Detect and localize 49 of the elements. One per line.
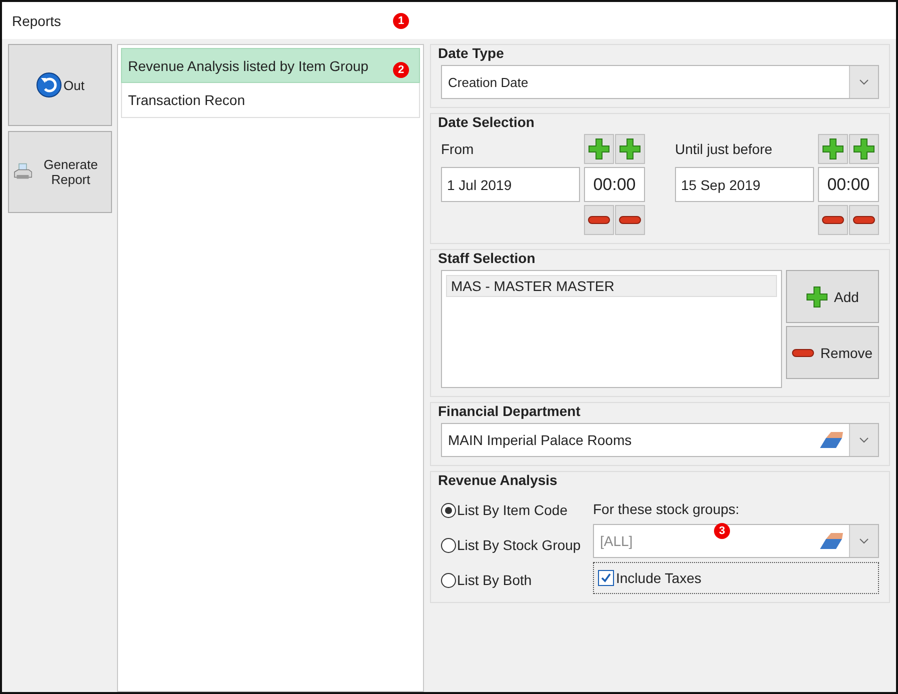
group-title: Revenue Analysis <box>438 472 558 488</box>
plus-icon <box>588 138 610 160</box>
field-label: From <box>441 141 474 157</box>
minus-icon <box>822 216 844 224</box>
increment-button[interactable] <box>615 134 645 164</box>
minus-icon <box>853 216 875 224</box>
field-label: For these stock groups: <box>593 500 740 519</box>
caret-icon <box>859 538 869 544</box>
increment-button[interactable] <box>849 134 879 164</box>
decrement-button[interactable] <box>584 205 614 235</box>
decrement-button[interactable] <box>818 205 848 235</box>
date-type-dropdown[interactable]: Creation Date <box>441 65 879 99</box>
group-title: Financial Department <box>438 403 582 419</box>
date-field[interactable]: 15 Sep 2019 <box>675 167 814 202</box>
report-list-item[interactable]: Transaction Recon <box>121 83 420 118</box>
radio-option[interactable]: List By Both <box>441 570 581 590</box>
time-field[interactable]: 00:00 <box>818 167 879 202</box>
decrement-button[interactable] <box>849 205 879 235</box>
group-title: Date Selection <box>438 114 536 130</box>
minus-icon <box>792 348 814 356</box>
include-taxes-checkbox[interactable]: Include Taxes <box>593 562 879 594</box>
plus-icon <box>619 138 641 160</box>
checkmark-icon <box>600 572 612 584</box>
radio-option[interactable]: List By Stock Group <box>441 535 581 555</box>
caret-icon <box>859 79 869 85</box>
radio-option[interactable]: List By Item Code <box>441 500 581 520</box>
generate-report-button[interactable]: Generate Report <box>8 131 112 213</box>
time-field[interactable]: 00:00 <box>584 167 645 202</box>
increment-button[interactable] <box>584 134 614 164</box>
add-button[interactable]: Add <box>786 270 879 323</box>
date-field[interactable]: 1 Jul 2019 <box>441 167 580 202</box>
decrement-button[interactable] <box>615 205 645 235</box>
window-title: Reports <box>12 12 62 28</box>
plus-icon <box>822 138 844 160</box>
remove-button[interactable]: Remove <box>786 326 879 379</box>
department-dropdown[interactable]: MAIN Imperial Palace Rooms <box>441 423 879 457</box>
caret-icon <box>859 437 869 443</box>
plus-icon <box>806 286 828 308</box>
group-title: Date Type <box>438 45 505 61</box>
plus-icon <box>853 138 875 160</box>
minus-icon <box>588 216 610 224</box>
out-button[interactable]: Out <box>8 44 112 126</box>
eraser-icon <box>819 431 843 449</box>
staff-list-item[interactable]: MAS - MASTER MASTER <box>446 275 777 297</box>
minus-icon <box>619 216 641 224</box>
group-title: Staff Selection <box>438 250 536 266</box>
field-label: Until just before <box>675 141 772 157</box>
eraser-icon <box>819 532 843 550</box>
increment-button[interactable] <box>818 134 848 164</box>
